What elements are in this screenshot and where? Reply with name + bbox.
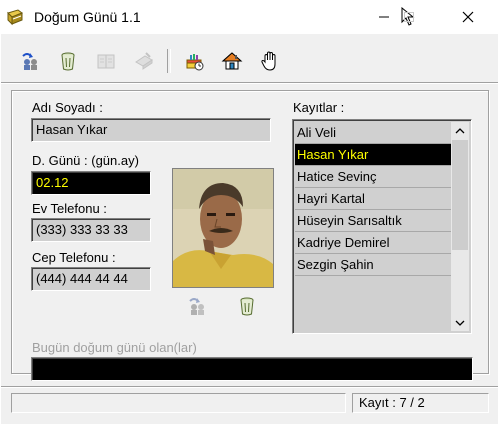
toolbar-divider <box>1 82 498 84</box>
photo-transfer-button[interactable] <box>186 295 208 317</box>
records-scrollbar[interactable] <box>451 122 469 331</box>
hand-stop-icon <box>261 51 276 71</box>
photo-delete-button[interactable] <box>236 295 258 317</box>
transfer-button[interactable] <box>15 47 45 75</box>
maximize-icon <box>404 12 414 22</box>
scroll-up-button[interactable] <box>451 122 469 139</box>
contact-photo[interactable] <box>172 168 274 288</box>
trash-icon <box>240 297 254 316</box>
name-field[interactable]: Hasan Yıkar <box>31 118 271 142</box>
records-label: Kayıtlar : <box>293 100 345 115</box>
mobile-phone-field[interactable]: (444) 444 44 44 <box>31 267 151 291</box>
main-panel: Adı Soyadı : Hasan Yıkar D. Günü : (gün.… <box>11 90 489 381</box>
status-panel-left <box>11 393 346 413</box>
close-icon <box>462 11 474 23</box>
record-list-item[interactable]: Sezgin Şahin <box>295 254 451 276</box>
maximize-button[interactable] <box>386 0 432 34</box>
chevron-up-icon <box>455 127 465 133</box>
phonebook-button[interactable] <box>91 47 121 75</box>
people-transfer-icon <box>189 298 204 315</box>
scroll-down-button[interactable] <box>451 314 469 331</box>
status-bar: Kayıt : 7 / 2 <box>1 391 498 417</box>
record-list-item[interactable]: Hatice Sevinç <box>295 166 451 188</box>
client-area: Adı Soyadı : Hasan Yıkar D. Günü : (gün.… <box>1 34 498 424</box>
record-list-item[interactable]: Kadriye Demirel <box>295 232 451 254</box>
record-list-item[interactable]: Hayri Kartal <box>295 188 451 210</box>
record-list-item[interactable]: Hasan Yıkar <box>295 144 451 166</box>
records-listbox[interactable]: Ali Veli Hasan Yıkar Hatice Sevinç Hayri Ka… <box>292 119 472 334</box>
home-phone-field[interactable]: (333) 333 33 33 <box>31 218 151 242</box>
person-photo-icon <box>173 169 273 287</box>
home-button[interactable] <box>217 47 247 75</box>
scroll-thumb[interactable] <box>452 140 468 250</box>
records-list: Ali Veli Hasan Yıkar Hatice Sevinç Hayri Ka… <box>295 122 451 276</box>
app-book-icon <box>6 8 24 26</box>
toolbar-separator <box>167 49 171 73</box>
record-list-item[interactable]: Hüseyin Sarısaltık <box>295 210 451 232</box>
name-label: Adı Soyadı : <box>32 100 103 115</box>
home-phone-label: Ev Telefonu : <box>32 201 107 216</box>
birthday-label: D. Günü : (gün.ay) <box>32 153 139 168</box>
chevron-down-icon <box>455 320 465 326</box>
delete-button[interactable] <box>53 47 83 75</box>
record-count-panel: Kayıt : 7 / 2 <box>352 393 489 413</box>
birthday-cake-icon <box>186 54 204 71</box>
delete-arrow-icon <box>135 52 153 70</box>
close-button[interactable] <box>445 0 491 34</box>
toolbar <box>15 46 285 76</box>
birthday-field[interactable]: 02.12 <box>31 171 151 195</box>
exit-button[interactable] <box>255 47 285 75</box>
today-birthdays-field[interactable] <box>31 357 473 381</box>
today-birthdays-label: Bugün doğum günü olan(lar) <box>32 340 197 355</box>
mobile-phone-label: Cep Telefonu : <box>32 250 116 265</box>
erase-button[interactable] <box>129 47 159 75</box>
trash-icon <box>61 52 75 71</box>
title-bar: Doğum Günü 1.1 <box>0 0 499 34</box>
people-transfer-icon <box>22 53 37 70</box>
home-icon <box>221 52 243 70</box>
status-divider <box>1 386 498 388</box>
window-title: Doğum Günü 1.1 <box>34 9 141 25</box>
record-list-item[interactable]: Ali Veli <box>295 122 451 144</box>
book-icon <box>97 54 115 69</box>
birthday-button[interactable] <box>179 47 209 75</box>
